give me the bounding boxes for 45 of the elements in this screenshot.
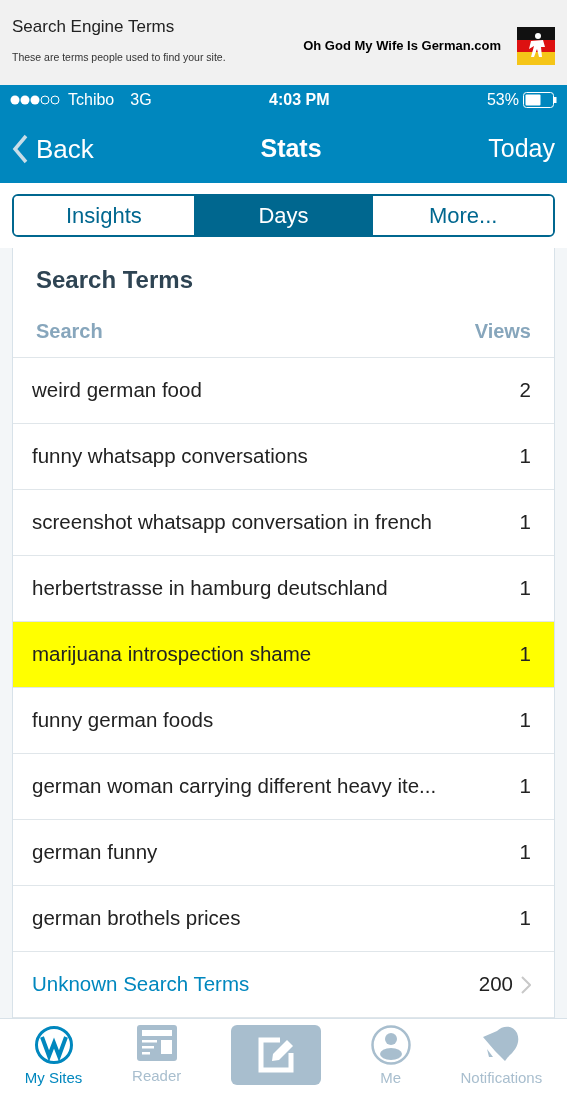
page-subtitle: These are terms people used to find your site. <box>12 49 226 65</box>
chevron-right-icon <box>521 975 531 994</box>
view-count: 200 <box>478 971 513 998</box>
network-type: 3G <box>130 90 152 110</box>
view-count: 1 <box>519 905 531 932</box>
view-count: 1 <box>519 443 531 470</box>
carrier-name: Tchibo <box>68 90 115 110</box>
search-term: funny whatsapp conversations <box>32 443 308 470</box>
column-header: Search <box>36 319 103 344</box>
view-count: 2 <box>519 377 531 404</box>
flag-logo-icon <box>517 26 555 65</box>
view-count: 1 <box>519 839 531 866</box>
view-count: 1 <box>519 575 531 602</box>
search-term: herbertstrasse in hamburg deutschland <box>32 575 388 602</box>
search-term: german woman carrying different heavy ite... <box>32 773 437 800</box>
signal-icon <box>10 95 60 105</box>
compose-button[interactable] <box>231 1025 321 1085</box>
back-chevron-icon <box>12 134 28 164</box>
search-term: funny german foods <box>32 707 214 734</box>
logo-icon <box>33 1025 74 1065</box>
card-title: Search Terms <box>35 265 194 295</box>
tab-bar-item[interactable]: My Sites <box>0 1019 108 1094</box>
user-icon <box>370 1025 411 1065</box>
battery-percent: 53% <box>486 90 519 110</box>
unknown-terms-link[interactable]: Unknown Search Terms <box>32 969 250 1000</box>
page-title: Search Engine Terms <box>12 16 176 38</box>
segment-tab[interactable]: Days <box>193 196 374 235</box>
search-term: screenshot whatsapp conversation in french <box>32 509 432 536</box>
view-count: 1 <box>519 773 531 800</box>
view-count: 1 <box>519 707 531 734</box>
site-name: Oh God My Wife Is German.com <box>303 36 501 55</box>
search-term: marijuana introspection shame <box>32 641 312 668</box>
battery-icon <box>523 92 557 108</box>
today-button[interactable]: Today <box>488 130 555 168</box>
newspaper-icon <box>136 1025 177 1063</box>
view-count: 1 <box>519 509 531 536</box>
edit-icon <box>256 1035 296 1075</box>
search-term: german funny <box>32 839 158 866</box>
screen-title: Stats <box>260 133 322 165</box>
search-term: weird german food <box>32 377 202 404</box>
search-term: german brothels prices <box>32 905 241 932</box>
back-button[interactable]: Back <box>12 129 94 169</box>
column-header: Views <box>474 319 531 344</box>
status-time: 4:03 PM <box>269 90 330 110</box>
view-count: 1 <box>519 641 531 668</box>
